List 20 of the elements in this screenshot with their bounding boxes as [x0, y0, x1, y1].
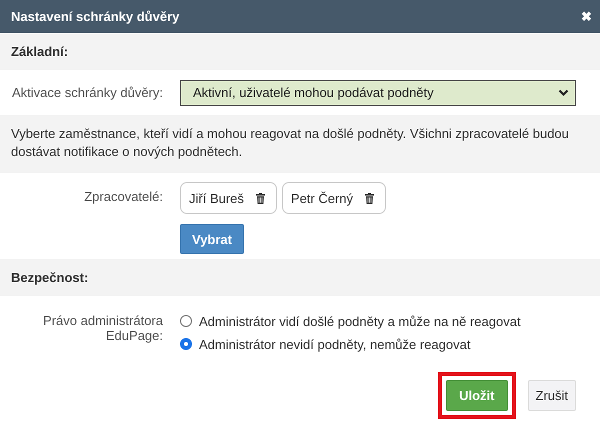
select-button[interactable]: Vybrat	[180, 224, 244, 254]
field-label: Zpracovatelé:	[83, 188, 164, 206]
trash-icon[interactable]	[365, 192, 374, 204]
person-name: Jiří Bureš	[189, 190, 244, 206]
cancel-button[interactable]: Zrušit	[528, 380, 576, 411]
status-dropdown[interactable]: Aktivní, uživatelé mohou podávat podněty	[180, 80, 576, 106]
window-title: Nastavení schránky důvěry	[11, 9, 180, 24]
info-text: Vyberte zaměstnance, kteří vidí a mohou reagovat na došlé podněty. Všichni zpracovatelé budou dostávat notifikace o nových podnětech.	[0, 115, 600, 173]
field-label: Právo administrátora EduPage:	[42, 313, 164, 345]
section-header: Bezpečnost:	[0, 259, 600, 296]
section-header: Základní:	[0, 33, 600, 70]
radio-label: Administrátor nevidí podněty, nemůže reagovat	[199, 336, 470, 352]
trash-icon[interactable]	[256, 192, 265, 204]
field-label: Aktivace schránky důvěry:	[10, 85, 164, 100]
chevron-down-icon	[558, 88, 569, 96]
close-button[interactable]: ✖	[581, 9, 592, 24]
radio-button[interactable]	[180, 338, 192, 350]
person-name: Petr Černý	[290, 190, 354, 206]
radio-label: Administrátor vidí došlé podněty a může na ně reagovat	[199, 314, 521, 328]
radio-button[interactable]	[180, 315, 192, 327]
